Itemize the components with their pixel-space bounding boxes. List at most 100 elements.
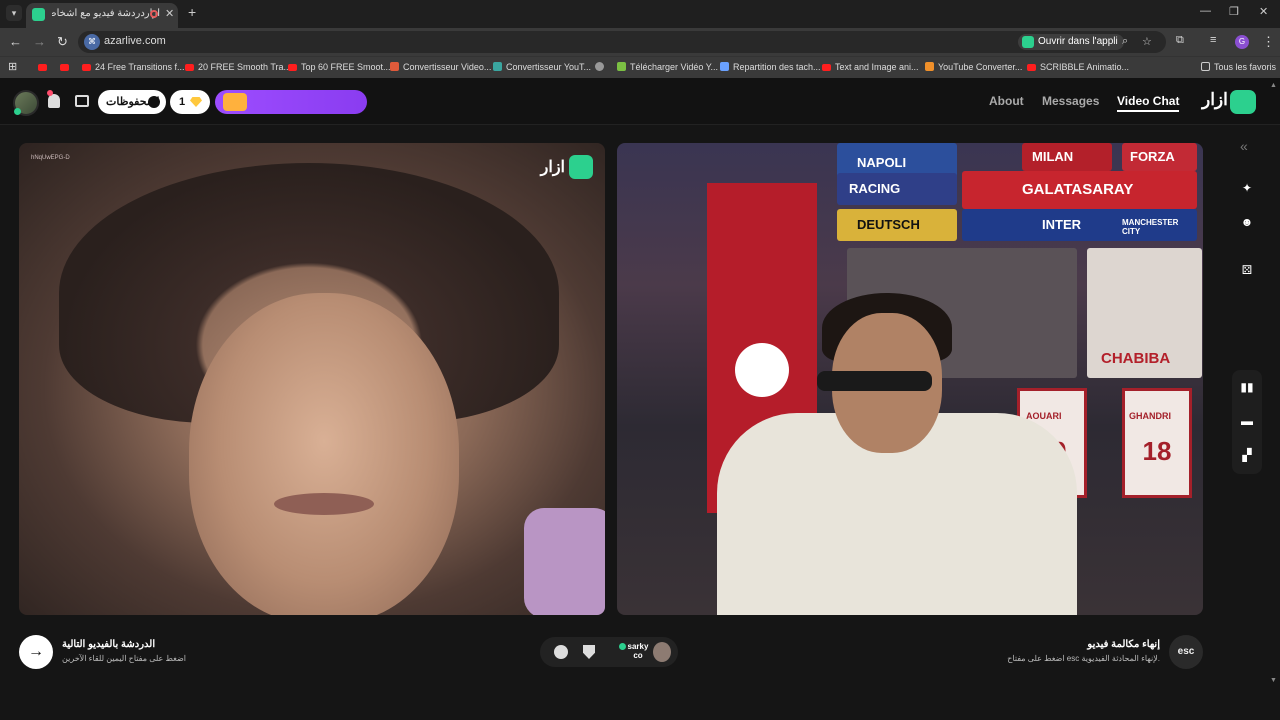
video-face-shape <box>189 293 459 615</box>
bookmark-item[interactable]: Convertisseur YouT... <box>493 62 591 72</box>
portrait-poster: CHABIBA <box>1087 248 1202 378</box>
layout-pip-icon[interactable]: ▞ <box>1240 448 1254 462</box>
report-shield-icon[interactable] <box>583 645 595 659</box>
scarf-poster: DEUTSCH <box>837 209 957 241</box>
extensions-icon[interactable]: ⧉ <box>1176 34 1184 47</box>
bookmark-item[interactable]: Text and Image ani... <box>822 62 919 72</box>
forward-icon[interactable]: → <box>33 34 46 49</box>
chat-bubble-icon[interactable] <box>554 645 568 659</box>
face-filter-icon[interactable]: ☻ <box>1240 215 1254 229</box>
notification-badge <box>47 90 53 96</box>
arrow-right-icon: → <box>28 643 44 660</box>
gems-button[interactable]: 1 <box>170 90 210 114</box>
browser-menu-icon[interactable]: ⋮ <box>1262 34 1275 50</box>
partner-actions-pill: sarky co <box>540 637 678 667</box>
profile-avatar[interactable]: G <box>1235 35 1249 49</box>
end-call-hint: اضغط على مفتاح esc لإنهاء المحادثة الفيد… <box>1007 654 1160 663</box>
zoom-icon[interactable]: ⌕ <box>1122 35 1128 48</box>
video-id-label: hNqUwEPG-D <box>31 155 70 161</box>
youtube-icon <box>822 64 831 71</box>
azar-page: المحفوظات 1 About Messages Video Chat از… <box>0 78 1280 720</box>
end-call-button[interactable]: esc <box>1169 635 1203 669</box>
bookmark-item[interactable]: SCRIBBLE Animatio... <box>1027 62 1129 72</box>
scrollbar-down-arrow[interactable]: ▼ <box>1270 677 1277 684</box>
end-call-title: إنهاء مكالمة فيديو <box>1087 639 1160 650</box>
scarf-poster: RACING <box>837 173 957 205</box>
tab-title: آزاردردشة فيديو مع أشخاص <box>52 8 160 19</box>
youtube-icon <box>185 64 194 71</box>
reload-icon[interactable]: ↻ <box>57 34 68 50</box>
tab-close-icon[interactable]: ✕ <box>165 7 174 20</box>
browser-tab[interactable]: آزاردردشة فيديو مع أشخاص ✕ <box>26 3 178 28</box>
bookmark-item[interactable]: YouTube Converter... <box>925 62 1022 72</box>
store-icon[interactable] <box>75 95 89 107</box>
url-text[interactable]: azarlive.com <box>104 35 166 47</box>
window-close-icon[interactable]: ✕ <box>1259 5 1268 18</box>
tab-search-icon[interactable]: ▾ <box>6 5 22 21</box>
next-chat-hint: اضغط على مفتاح اليمين للقاء الآخرين <box>62 654 187 663</box>
layout-side-by-side-icon[interactable]: ▮▮ <box>1240 380 1254 394</box>
history-clock-icon <box>148 96 160 108</box>
youtube-icon <box>288 64 297 71</box>
bookmark-youtube-icon[interactable] <box>38 62 51 72</box>
gems-count: 1 <box>179 96 186 108</box>
bookmark-globe-icon[interactable] <box>595 62 608 72</box>
partner-online-dot <box>619 643 626 650</box>
new-tab-icon[interactable]: + <box>188 4 196 20</box>
site-header: المحفوظات 1 About Messages Video Chat از… <box>0 78 1280 125</box>
layout-stacked-icon[interactable]: ▬ <box>1240 414 1254 428</box>
azar-app-icon <box>1022 36 1034 48</box>
azar-favicon-icon <box>32 8 45 21</box>
youtube-icon <box>82 64 91 71</box>
saved-button[interactable]: المحفوظات <box>98 90 166 114</box>
bookmark-item[interactable]: Convertisseur Video... <box>390 62 491 72</box>
recording-icon <box>150 10 158 18</box>
partner-avatar[interactable] <box>653 642 671 662</box>
dice-icon[interactable]: ⚄ <box>1240 263 1254 277</box>
video-pillow-shape <box>524 508 605 615</box>
nav-video-chat[interactable]: Video Chat <box>1117 94 1180 112</box>
notification-bell-icon[interactable] <box>48 94 60 108</box>
nav-about[interactable]: About <box>989 94 1024 108</box>
back-icon[interactable]: ← <box>9 34 22 49</box>
minimize-icon[interactable]: — <box>1200 5 1211 17</box>
next-chat-title: الدردشة بالفيديو التالية <box>62 639 156 650</box>
converter-icon <box>925 62 934 71</box>
site-logo-text[interactable]: ازار <box>1202 90 1228 110</box>
bookmark-item[interactable]: 24 Free Transitions f... <box>82 62 185 72</box>
all-bookmarks[interactable]: Tous les favoris <box>1201 62 1276 72</box>
bookmark-star-icon[interactable]: ☆ <box>1142 35 1152 48</box>
video-watermark-icon <box>569 155 593 179</box>
scrollbar-up-arrow[interactable]: ▲ <box>1270 82 1277 89</box>
open-in-app-button[interactable]: Ouvrir dans l'appli <box>1018 34 1124 50</box>
next-chat-button[interactable]: → <box>19 635 53 669</box>
apps-grid-icon[interactable]: ⊞ <box>8 60 17 73</box>
nav-messages[interactable]: Messages <box>1042 94 1099 108</box>
site-info-icon[interactable]: ⌘ <box>84 34 100 50</box>
scarf-poster: MILAN <box>1022 143 1112 171</box>
bookmark-item[interactable]: Télécharger Vidéo Y... <box>617 62 718 72</box>
gem-icon <box>190 97 202 107</box>
promo-banner[interactable] <box>215 90 367 114</box>
bookmark-item[interactable]: Top 60 FREE Smoot... <box>288 62 391 72</box>
bookmark-item[interactable]: Repartition des tach... <box>720 62 821 72</box>
scarf-poster: INTER MANCHESTER CITY <box>962 209 1197 241</box>
layout-panel: ▮▮ ▬ ▞ <box>1232 370 1262 474</box>
magic-wand-icon[interactable]: ✦ <box>1240 181 1254 195</box>
omnibox[interactable]: ⌘ azarlive.com Ouvrir dans l'appli ⌕ ☆ <box>78 31 1166 53</box>
call-controls: → الدردشة بالفيديو التالية اضغط على مفتا… <box>0 623 1280 688</box>
open-in-app-label: Ouvrir dans l'appli <box>1038 36 1118 47</box>
media-icon[interactable]: ≡ <box>1210 34 1216 46</box>
self-video: NAPOLI MILAN FORZA RACING GALATASARAY IN… <box>617 143 1203 615</box>
bookmark-item[interactable]: 20 FREE Smooth Tra... <box>185 62 291 72</box>
docs-icon <box>720 62 729 71</box>
bookmark-youtube-icon-2[interactable] <box>60 62 73 72</box>
youtube-icon <box>1027 64 1036 71</box>
azar-logo-icon[interactable] <box>1230 90 1256 114</box>
maximize-icon[interactable]: ❐ <box>1229 5 1239 18</box>
link-icon <box>493 62 502 71</box>
online-status-dot <box>14 108 21 115</box>
address-bar: ← → ↻ ⌘ azarlive.com Ouvrir dans l'appli… <box>0 28 1280 56</box>
download-icon <box>617 62 626 71</box>
partner-name[interactable]: sarky co <box>627 642 649 660</box>
